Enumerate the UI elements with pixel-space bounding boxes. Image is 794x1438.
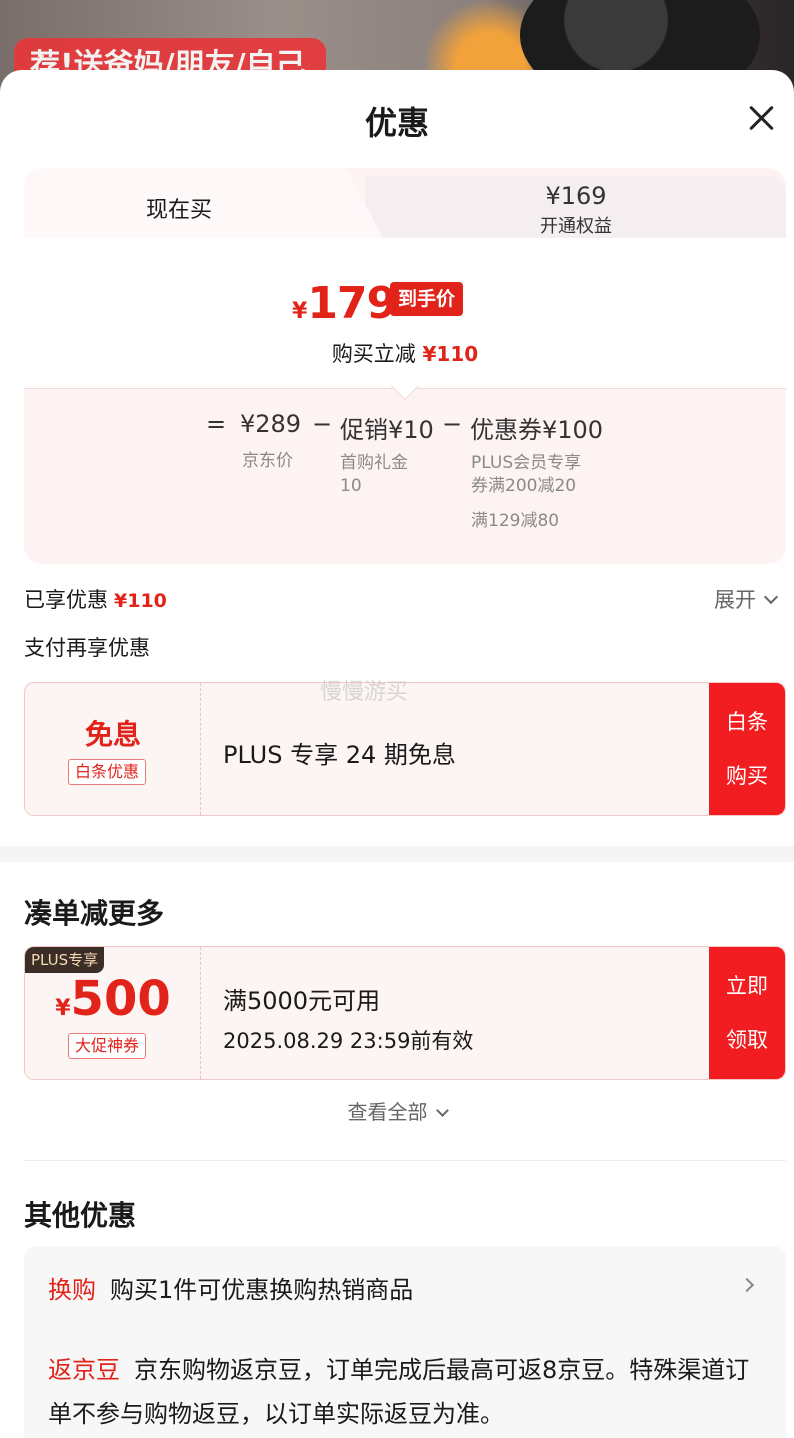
equals-sign: = [206,410,227,438]
other-offers: 换购 购买1件可优惠换购热销商品 返京豆 京东购物返京豆，订单完成后最高可返8京豆。… [24,1246,786,1438]
jd-price: ¥289 [240,410,302,438]
bean-text: 京东购物返京豆，订单完成后最高可返8京豆。特殊渠道订单不参与购物返豆，以订单实际… [48,1356,750,1428]
coupon-detail-1: PLUS会员专享 [471,453,582,473]
price-card: ¥169 开通权益 现在买 ¥179 到手价 购买立减 ¥110 = ¥289 … [24,168,786,564]
swap-label: 换购 [48,1276,96,1304]
tab-plus-membership[interactable]: ¥169 开通权益 [366,176,786,240]
pay-more-heading: 支付再享优惠 [24,636,150,660]
coupon-tag: 白条优惠 [68,759,147,785]
chevron-down-icon [763,589,779,605]
plus-badge: PLUS专享 [25,947,105,973]
expand-button[interactable]: 展开 [714,584,779,614]
other-title: 其他优惠 [24,1199,137,1232]
jd-price-label: 京东价 [242,451,293,471]
section-divider [24,1160,786,1161]
coupon-value: ¥500 [25,971,201,1027]
coupon-amount: 500 [70,971,171,1027]
tab-plus-price: ¥169 [545,182,607,210]
promo-detail-1: 首购礼金 [340,453,408,473]
discount-sheet: 优惠 ¥169 开通权益 现在买 ¥179 到手价 购买立减 ¥110 = ¥2… [0,70,794,1438]
bean-label: 返京豆 [48,1356,120,1384]
plus-coupon: ¥500 大促神券 PLUS专享 满5000元可用 2025.08.29 23:… [24,946,786,1080]
coupon-amount: 优惠券¥100 [470,416,604,444]
final-price-tag: 到手价 [390,282,464,316]
coupon-desc: PLUS 专享 24 期免息 [223,741,456,769]
section-divider [0,846,794,862]
sheet-title: 优惠 [364,104,429,142]
coupon-detail-3: 满129减80 [471,511,560,531]
enjoyed-label: 已享优惠 [24,588,108,612]
saving-label: 购买立减 [331,342,416,366]
currency-symbol: ¥ [55,996,71,1021]
swap-offer-row[interactable]: 换购 购买1件可优惠换购热销商品 [48,1270,748,1305]
promo-detail-2: 10 [340,476,362,496]
final-price-value: 179 [307,278,397,329]
price-formula: = ¥289 − 促销¥10 − 优惠券¥100 [24,410,786,444]
chevron-down-icon [435,1104,449,1117]
watermark: 慢慢游买 [320,680,409,705]
cta-line: 购买 [726,763,768,788]
expand-label: 展开 [714,588,756,612]
view-all-button[interactable]: 查看全部 [0,1096,794,1125]
close-icon[interactable] [744,100,780,136]
coupon-expiry: 2025.08.29 23:59前有效 [223,1029,474,1053]
bean-offer-row: 返京豆 京东购物返京豆，订单完成后最高可返8京豆。特殊渠道订单不参与购物返豆，以订… [48,1348,764,1436]
saving-line: 购买立减 ¥110 [24,338,786,368]
coupon-detail-2: 券满200减20 [471,476,577,496]
view-all-label: 查看全部 [347,1100,428,1124]
tab-plus-label: 开通权益 [540,216,612,237]
minus-sign: − [442,410,463,438]
coupon-left: 免息 白条优惠 [25,683,201,815]
coupon-title: 免息 [84,718,141,751]
final-price: ¥179 [292,278,397,329]
claim-coupon-button[interactable]: 立即 领取 [709,947,785,1079]
coupon-condition: 满5000元可用 [223,987,381,1015]
tab-buy-now-label: 现在买 [145,198,212,223]
saving-amount: ¥110 [422,342,479,366]
cta-line: 白条 [726,709,768,734]
enjoyed-discount: 已享优惠 ¥110 [24,584,167,614]
coupon-tag: 大促神券 [68,1033,147,1059]
currency-symbol: ¥ [292,299,308,324]
swap-text: 购买1件可优惠换购热销商品 [110,1276,414,1304]
bundle-title: 凑单减更多 [24,897,165,930]
enjoyed-amount: ¥110 [114,590,167,612]
cta-line: 立即 [726,973,768,998]
cta-line: 领取 [726,1027,768,1052]
tab-buy-now[interactable]: 现在买 [24,168,354,240]
minus-sign: − [312,410,333,438]
coupon-left: ¥500 大促神券 PLUS专享 [25,947,201,1079]
promo-amount: 促销¥10 [340,416,434,444]
final-price-area: ¥179 到手价 购买立减 ¥110 [24,238,786,388]
baitiao-buy-button[interactable]: 白条 购买 [709,683,785,815]
